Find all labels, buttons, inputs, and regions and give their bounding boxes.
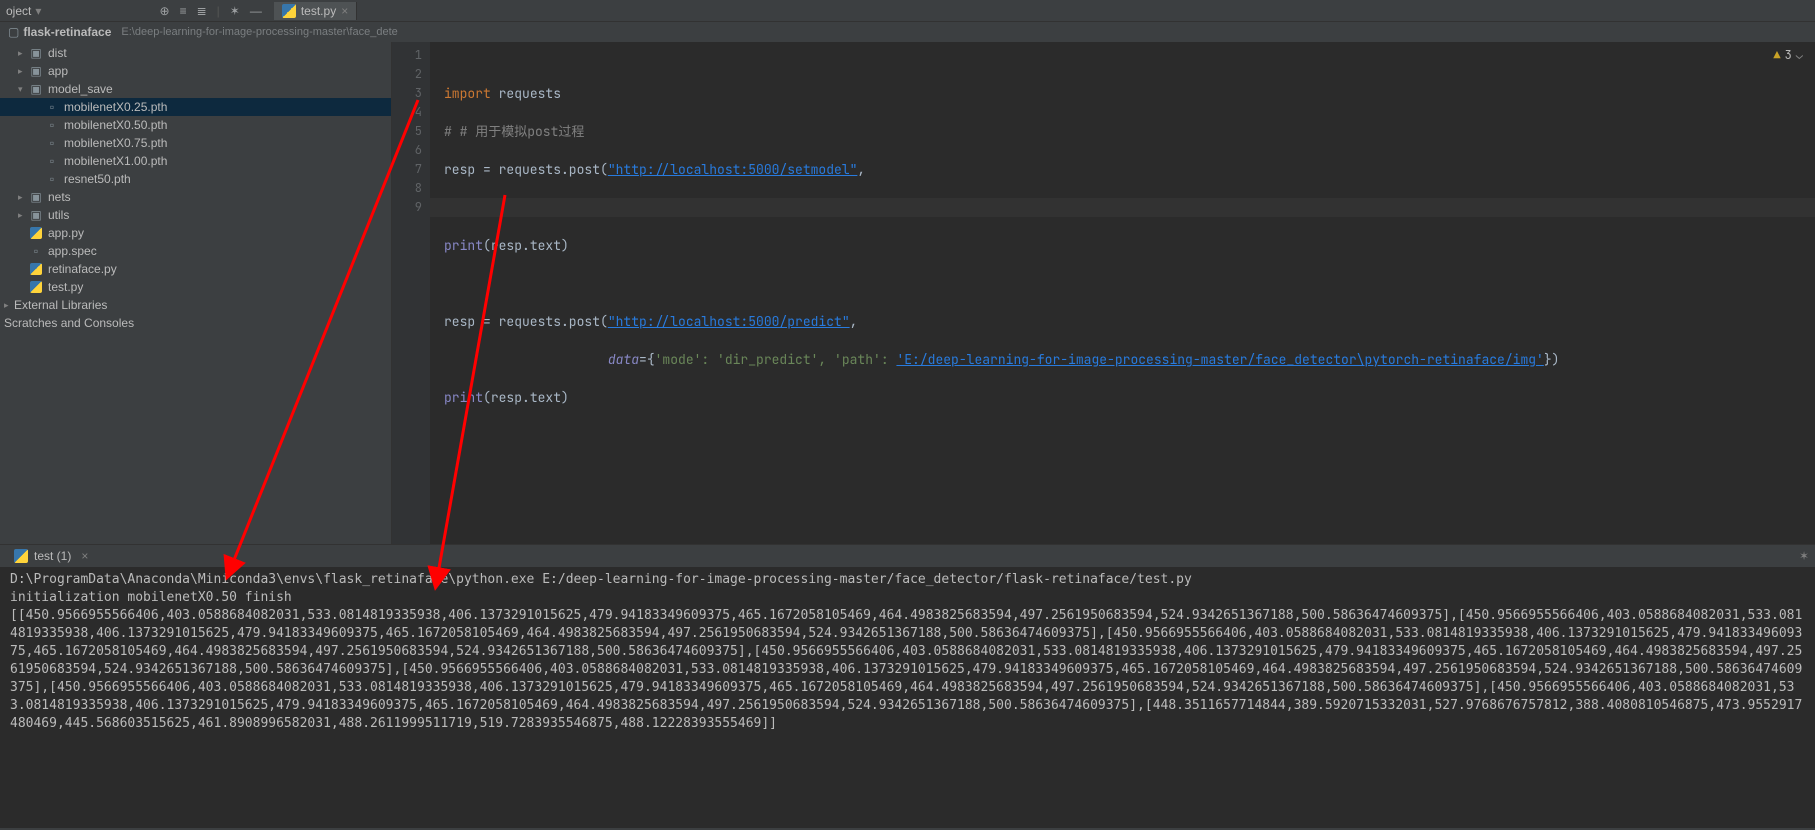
folder-icon: ▢ bbox=[8, 25, 19, 39]
tree-item-label: nets bbox=[48, 190, 71, 204]
project-path: E:\deep-learning-for-image-processing-ma… bbox=[121, 26, 397, 38]
project-tree[interactable]: ▸▣dist▸▣app▾▣model_save▫mobilenetX0.25.p… bbox=[0, 42, 392, 544]
run-tab-label: test (1) bbox=[34, 549, 71, 563]
tree-item-label: test.py bbox=[48, 280, 83, 294]
tree-item-app[interactable]: ▸▣app bbox=[0, 62, 391, 80]
file-icon: ▫ bbox=[44, 100, 60, 114]
folder-icon: ▣ bbox=[28, 208, 44, 222]
external-libraries[interactable]: ▸External Libraries bbox=[0, 296, 391, 314]
tree-item-label: mobilenetX0.25.pth bbox=[64, 100, 167, 114]
project-name: flask-retinaface bbox=[23, 25, 111, 39]
folder-icon: ▣ bbox=[28, 82, 44, 96]
close-tab-icon[interactable]: × bbox=[341, 4, 348, 18]
tree-item-label: mobilenetX0.50.pth bbox=[64, 118, 167, 132]
file-icon: ▫ bbox=[44, 172, 60, 186]
scratches-consoles[interactable]: Scratches and Consoles bbox=[0, 314, 391, 332]
tree-item-mobilenetX0-75-pth[interactable]: ▫ mobilenetX0.75.pth bbox=[0, 134, 391, 152]
project-dropdown[interactable]: oject bbox=[6, 4, 31, 18]
tree-item-label: dist bbox=[48, 46, 67, 60]
tree-item-label: app bbox=[48, 64, 68, 78]
editor-tab-label: test.py bbox=[301, 4, 336, 18]
python-file-icon bbox=[14, 549, 28, 563]
tree-item-mobilenetX0-50-pth[interactable]: ▫ mobilenetX0.50.pth bbox=[0, 116, 391, 134]
tree-item-label: app.py bbox=[48, 226, 84, 240]
folder-icon: ▣ bbox=[28, 64, 44, 78]
tree-item-label: app.spec bbox=[48, 244, 97, 258]
expand-icon[interactable]: ≣ bbox=[197, 4, 207, 18]
tree-item-label: resnet50.pth bbox=[64, 172, 131, 186]
tree-item-utils[interactable]: ▸▣utils bbox=[0, 206, 391, 224]
python-file-icon bbox=[28, 263, 44, 275]
tree-item-mobilenetX1-00-pth[interactable]: ▫ mobilenetX1.00.pth bbox=[0, 152, 391, 170]
python-file-icon bbox=[28, 227, 44, 239]
python-file-icon bbox=[28, 281, 44, 293]
warning-count: 3 bbox=[1785, 46, 1792, 65]
folder-icon: ▣ bbox=[28, 190, 44, 204]
tree-item-test-py[interactable]: test.py bbox=[0, 278, 391, 296]
file-icon: ▫ bbox=[44, 136, 60, 150]
tree-item-model_save[interactable]: ▾▣model_save bbox=[0, 80, 391, 98]
line-gutter: 123456789 bbox=[392, 42, 430, 544]
run-settings-icon[interactable]: ✶ bbox=[1799, 549, 1809, 563]
inspection-badge[interactable]: ▲ 3 ⌄ bbox=[1773, 46, 1803, 65]
tree-item-app-spec[interactable]: ▫ app.spec bbox=[0, 242, 391, 260]
file-icon: ▫ bbox=[28, 244, 44, 258]
dropdown-chevron-icon[interactable]: ▾ bbox=[35, 4, 41, 18]
settings-icon[interactable]: ✶ bbox=[230, 4, 240, 18]
run-console[interactable]: D:\ProgramData\Anaconda\Miniconda3\envs\… bbox=[0, 567, 1815, 828]
file-icon: ▫ bbox=[44, 118, 60, 132]
editor-tab-test[interactable]: test.py × bbox=[274, 2, 357, 20]
tree-item-label: retinaface.py bbox=[48, 262, 117, 276]
file-icon: ▫ bbox=[44, 154, 60, 168]
tree-item-label: utils bbox=[48, 208, 69, 222]
python-file-icon bbox=[282, 4, 296, 18]
warning-icon: ▲ bbox=[1773, 46, 1780, 65]
target-icon[interactable]: ⊕ bbox=[160, 4, 170, 18]
tree-item-mobilenetX0-25-pth[interactable]: ▫ mobilenetX0.25.pth bbox=[0, 98, 391, 116]
tree-item-label: mobilenetX0.75.pth bbox=[64, 136, 167, 150]
tree-item-retinaface-py[interactable]: retinaface.py bbox=[0, 260, 391, 278]
breadcrumb: ▢ flask-retinaface E:\deep-learning-for-… bbox=[0, 22, 1815, 42]
folder-icon: ▣ bbox=[28, 46, 44, 60]
tree-item-nets[interactable]: ▸▣nets bbox=[0, 188, 391, 206]
collapse-icon[interactable]: ≡ bbox=[180, 4, 187, 18]
tree-item-dist[interactable]: ▸▣dist bbox=[0, 44, 391, 62]
tree-item-label: mobilenetX1.00.pth bbox=[64, 154, 167, 168]
tree-item-label: model_save bbox=[48, 82, 113, 96]
code-editor[interactable]: import requests # # 用于模拟post过程 resp = re… bbox=[430, 42, 1815, 544]
run-tab[interactable]: test (1) × bbox=[8, 547, 94, 565]
close-run-tab-icon[interactable]: × bbox=[81, 549, 88, 563]
hide-icon[interactable]: — bbox=[250, 4, 262, 18]
tree-item-app-py[interactable]: app.py bbox=[0, 224, 391, 242]
tree-item-resnet50-pth[interactable]: ▫ resnet50.pth bbox=[0, 170, 391, 188]
